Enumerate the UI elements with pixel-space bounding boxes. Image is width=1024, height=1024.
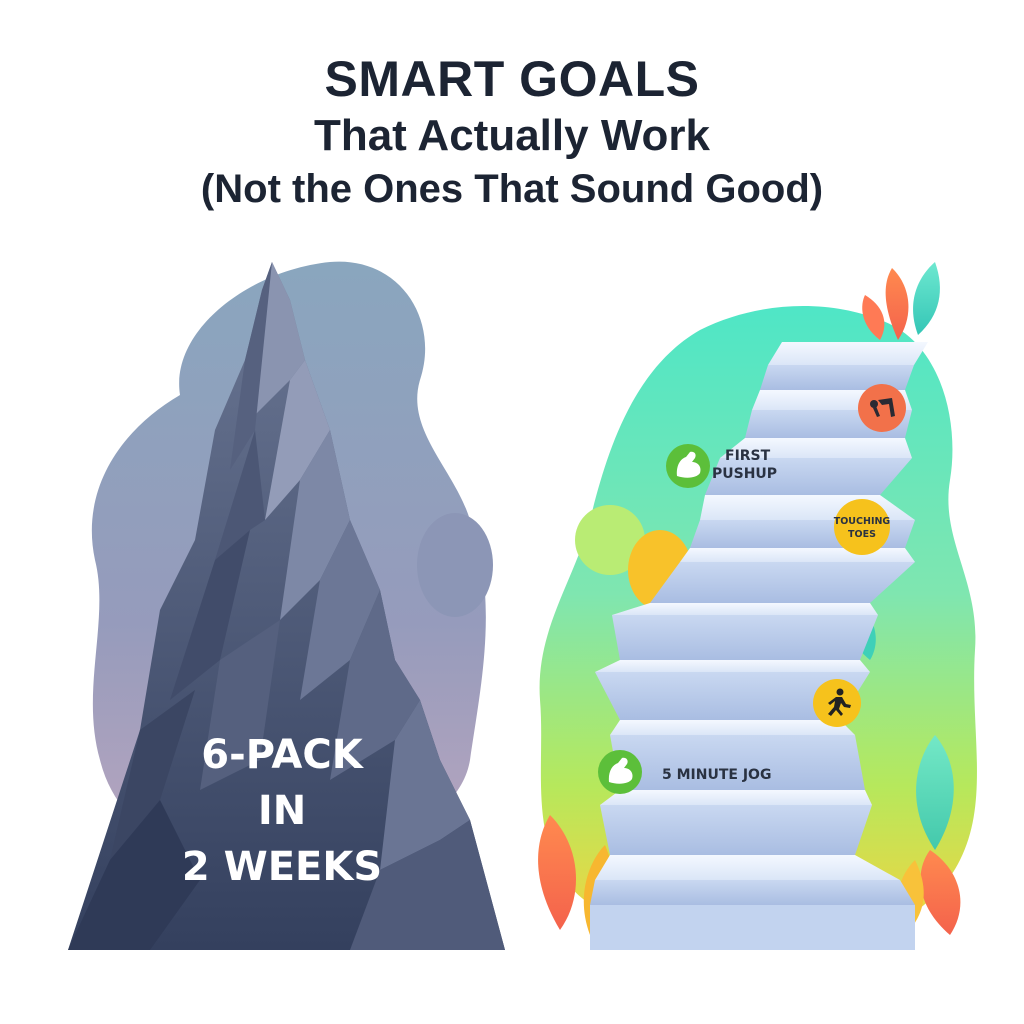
left-small-blob (417, 513, 493, 617)
first-pushup-line-2: PUSHUP (712, 466, 777, 482)
touching-toes-line-2: TOES (848, 529, 876, 540)
badge-runner (813, 679, 861, 727)
first-pushup-line-1: FIRST (725, 448, 771, 464)
badge-touching-toes: TOUCHING TOES (834, 499, 891, 555)
five-minute-jog-label: 5 MINUTE JOG (662, 767, 771, 783)
mountain-label-line-2: IN (258, 788, 306, 834)
touching-toes-line-1: TOUCHING (834, 516, 891, 527)
badge-toe-touch (858, 384, 906, 432)
illustration: 6-PACK IN 2 WEEKS FIRST PUSHUP TOUCHING … (68, 261, 977, 950)
mountain-label-line-1: 6-PACK (201, 732, 364, 778)
mountain-label-line-3: 2 WEEKS (182, 844, 382, 890)
